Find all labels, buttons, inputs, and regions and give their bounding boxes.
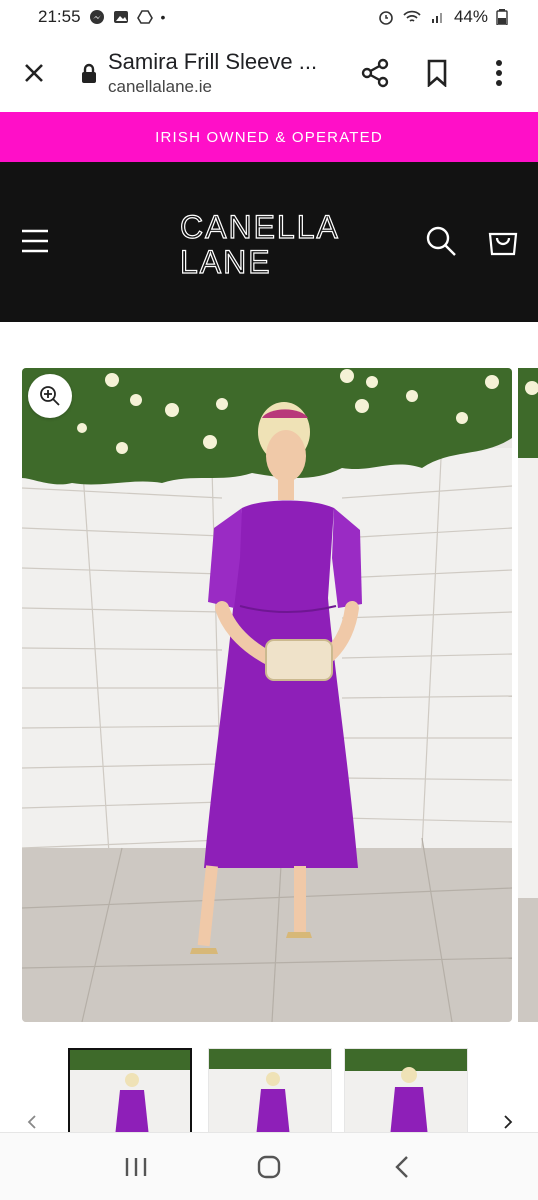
promo-text: IRISH OWNED & OPERATED xyxy=(155,128,383,146)
battery-percent: 44% xyxy=(453,7,488,26)
promo-banner: IRISH OWNED & OPERATED xyxy=(0,112,538,162)
chevron-right-icon xyxy=(504,1115,513,1129)
logo[interactable]: CANELLA LANE xyxy=(178,208,360,278)
search-icon[interactable] xyxy=(424,224,458,258)
logo-line2: LANE xyxy=(180,244,272,278)
product-photo xyxy=(22,368,512,1022)
menu-icon[interactable] xyxy=(20,226,50,256)
home-icon xyxy=(257,1155,281,1178)
drive-icon xyxy=(136,10,153,24)
zoom-icon xyxy=(40,386,60,406)
back-button[interactable] xyxy=(382,1147,422,1187)
status-left: 21:55 • xyxy=(38,7,165,27)
lock-icon xyxy=(82,63,96,83)
zoom-button[interactable] xyxy=(28,374,72,418)
status-bar: 21:55 • 44% xyxy=(0,0,538,34)
signal-icon xyxy=(431,13,442,23)
logo-line1: CANELLA xyxy=(180,209,340,245)
share-icon xyxy=(361,58,389,88)
back-icon xyxy=(394,1155,408,1178)
more-options-button[interactable] xyxy=(482,56,516,90)
browser-toolbar: Samira Frill Sleeve ... canellalane.ie xyxy=(0,34,538,112)
next-image-peek[interactable] xyxy=(518,368,538,1022)
next-image-photo xyxy=(518,368,538,1022)
home-button[interactable] xyxy=(249,1147,289,1187)
messenger-icon xyxy=(89,10,104,24)
bookmark-icon xyxy=(427,59,447,87)
site-header: CANELLA LANE xyxy=(0,162,538,322)
page-url: canellalane.ie xyxy=(108,77,212,96)
status-time: 21:55 xyxy=(38,7,81,26)
notification-dot: • xyxy=(160,9,166,25)
wifi-icon xyxy=(403,10,421,22)
address-area[interactable]: Samira Frill Sleeve ... canellalane.ie xyxy=(68,49,358,97)
close-icon xyxy=(25,64,43,82)
bookmark-button[interactable] xyxy=(420,56,454,90)
status-right: 44% xyxy=(378,7,508,27)
share-button[interactable] xyxy=(358,56,392,90)
battery-icon xyxy=(496,9,508,25)
bag-icon[interactable] xyxy=(486,224,520,258)
close-tab-button[interactable] xyxy=(0,34,68,112)
alarm-icon xyxy=(379,11,393,25)
gallery-icon xyxy=(113,11,128,23)
system-navigation-bar xyxy=(0,1132,538,1200)
toolbar-actions xyxy=(358,56,538,90)
thumbnail-strip xyxy=(0,1048,538,1148)
more-icon xyxy=(496,60,502,86)
page-title: Samira Frill Sleeve ... xyxy=(108,49,318,74)
recents-icon xyxy=(126,1157,147,1176)
chevron-left-icon xyxy=(27,1115,36,1129)
recents-button[interactable] xyxy=(116,1147,156,1187)
product-image[interactable] xyxy=(22,368,512,1022)
thumbnail-prev-button[interactable] xyxy=(22,1112,42,1132)
thumbnail-next-button[interactable] xyxy=(498,1112,518,1132)
